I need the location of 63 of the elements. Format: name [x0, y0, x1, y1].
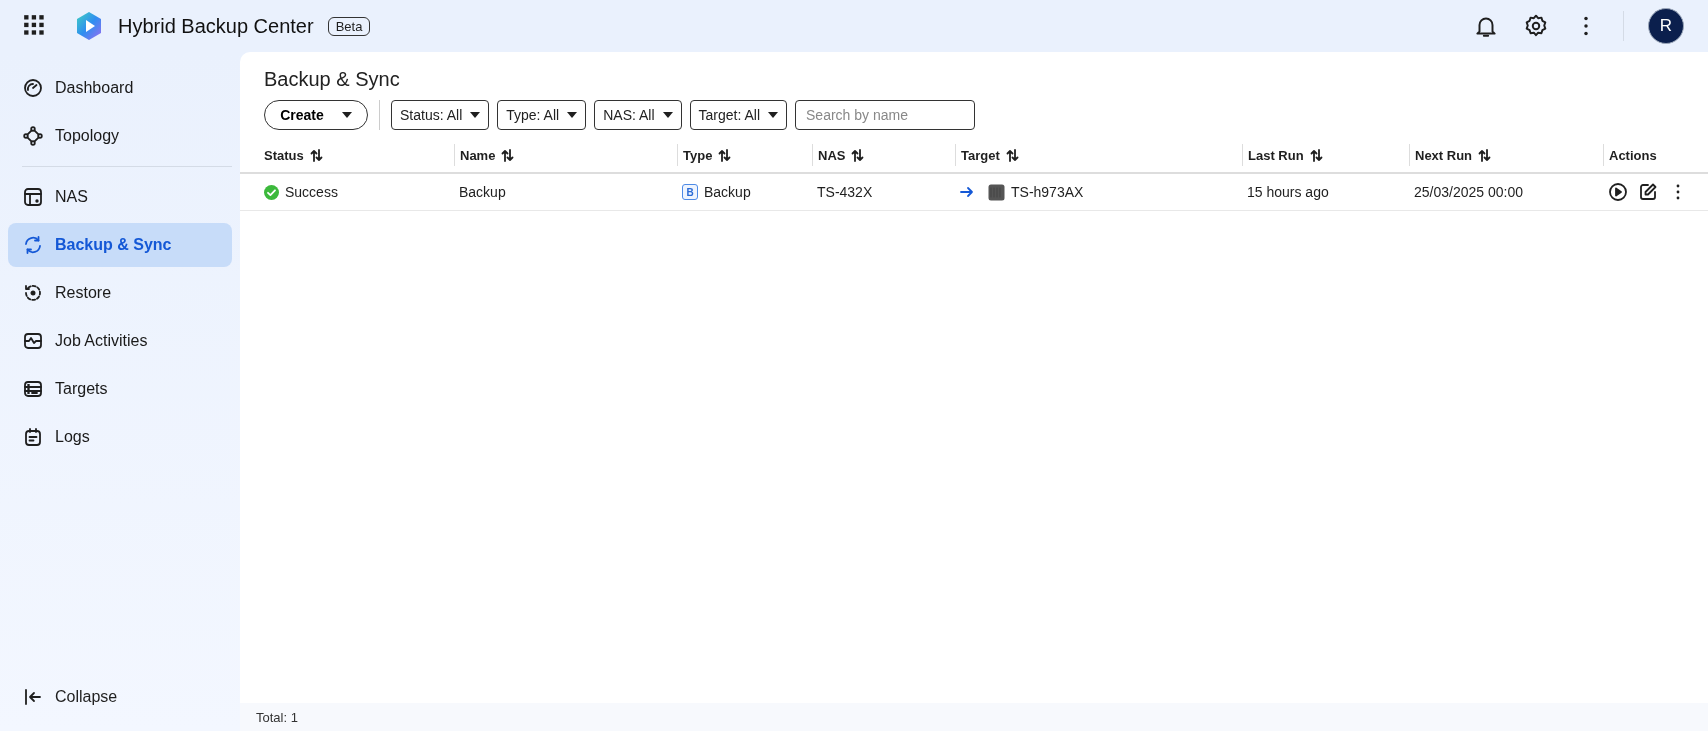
sidebar-item[interactable]: NAS: [8, 175, 232, 219]
sidebar-item[interactable]: Job Activities: [8, 319, 232, 363]
sidebar-item[interactable]: Topology: [8, 114, 232, 158]
sidebar-item[interactable]: Backup & Sync: [8, 223, 232, 267]
app-title: Hybrid Backup Center: [118, 14, 314, 38]
play-icon[interactable]: [1608, 182, 1628, 202]
sort-icon[interactable]: [718, 148, 732, 162]
settings-icon[interactable]: [1523, 13, 1549, 39]
column-header[interactable]: Next Run: [1409, 144, 1603, 166]
sort-icon[interactable]: [309, 148, 323, 162]
sidebar-item[interactable]: Dashboard: [8, 66, 232, 110]
column-header[interactable]: Type: [677, 144, 812, 166]
sort-icon[interactable]: [501, 148, 515, 162]
restore-icon: [23, 283, 43, 303]
table-cell: Backup: [704, 184, 751, 200]
caret-icon: [470, 112, 481, 118]
sort-icon[interactable]: [1005, 148, 1019, 162]
column-header[interactable]: Target: [955, 144, 1242, 166]
filter-dropdown[interactable]: Type: All: [497, 100, 587, 130]
collapse-arrow-icon: [23, 687, 43, 707]
column-header[interactable]: Name: [454, 144, 677, 166]
filter-dropdown[interactable]: Status: All: [391, 100, 490, 130]
type-badge: B: [682, 184, 698, 200]
filter-dropdown[interactable]: Target: All: [689, 100, 788, 130]
beta-badge: Beta: [327, 16, 371, 36]
search-field[interactable]: Search by name: [795, 100, 976, 130]
caret-icon: [567, 112, 578, 118]
page-title: Backup & Sync: [264, 68, 401, 91]
table-cell: TS-h973AX: [1011, 184, 1084, 200]
user-avatar[interactable]: R: [1648, 8, 1684, 44]
sidebar-item[interactable]: Targets: [8, 367, 232, 411]
right-arrow-icon: [960, 186, 974, 198]
sidebar-item[interactable]: Restore: [8, 271, 232, 315]
sort-icon[interactable]: [851, 148, 865, 162]
caret-icon: [341, 112, 352, 118]
status-text: Success: [285, 184, 338, 200]
nas-device-icon: [988, 183, 1005, 201]
targets-icon: [23, 379, 43, 399]
total-count: Total: 1: [256, 709, 298, 725]
table-cell: 25/03/2025 00:00: [1414, 184, 1523, 200]
activity-icon: [23, 331, 43, 351]
caret-icon: [662, 112, 673, 118]
table-cell: TS-432X: [817, 184, 873, 200]
dashboard-gauge-icon: [23, 78, 43, 98]
edit-icon[interactable]: [1638, 182, 1658, 202]
sidebar-item[interactable]: Logs: [8, 415, 232, 459]
filter-dropdown[interactable]: NAS: All: [594, 100, 682, 130]
column-header: Actions: [1603, 144, 1708, 166]
sort-icon[interactable]: [1478, 148, 1492, 162]
column-header[interactable]: NAS: [812, 144, 955, 166]
column-header[interactable]: Status: [264, 144, 454, 166]
topology-icon: [23, 126, 43, 146]
create-button[interactable]: Create: [264, 100, 368, 130]
app-logo-icon: [74, 11, 104, 41]
column-header[interactable]: Last Run: [1242, 144, 1409, 166]
table-cell: 15 hours ago: [1247, 184, 1329, 200]
table-cell: Backup: [459, 184, 506, 200]
collapse-button[interactable]: Collapse: [8, 677, 232, 717]
caret-icon: [768, 112, 779, 118]
nas-icon: [23, 187, 43, 207]
logs-icon: [23, 427, 43, 447]
sort-icon[interactable]: [1309, 148, 1323, 162]
sync-icon: [23, 235, 43, 255]
